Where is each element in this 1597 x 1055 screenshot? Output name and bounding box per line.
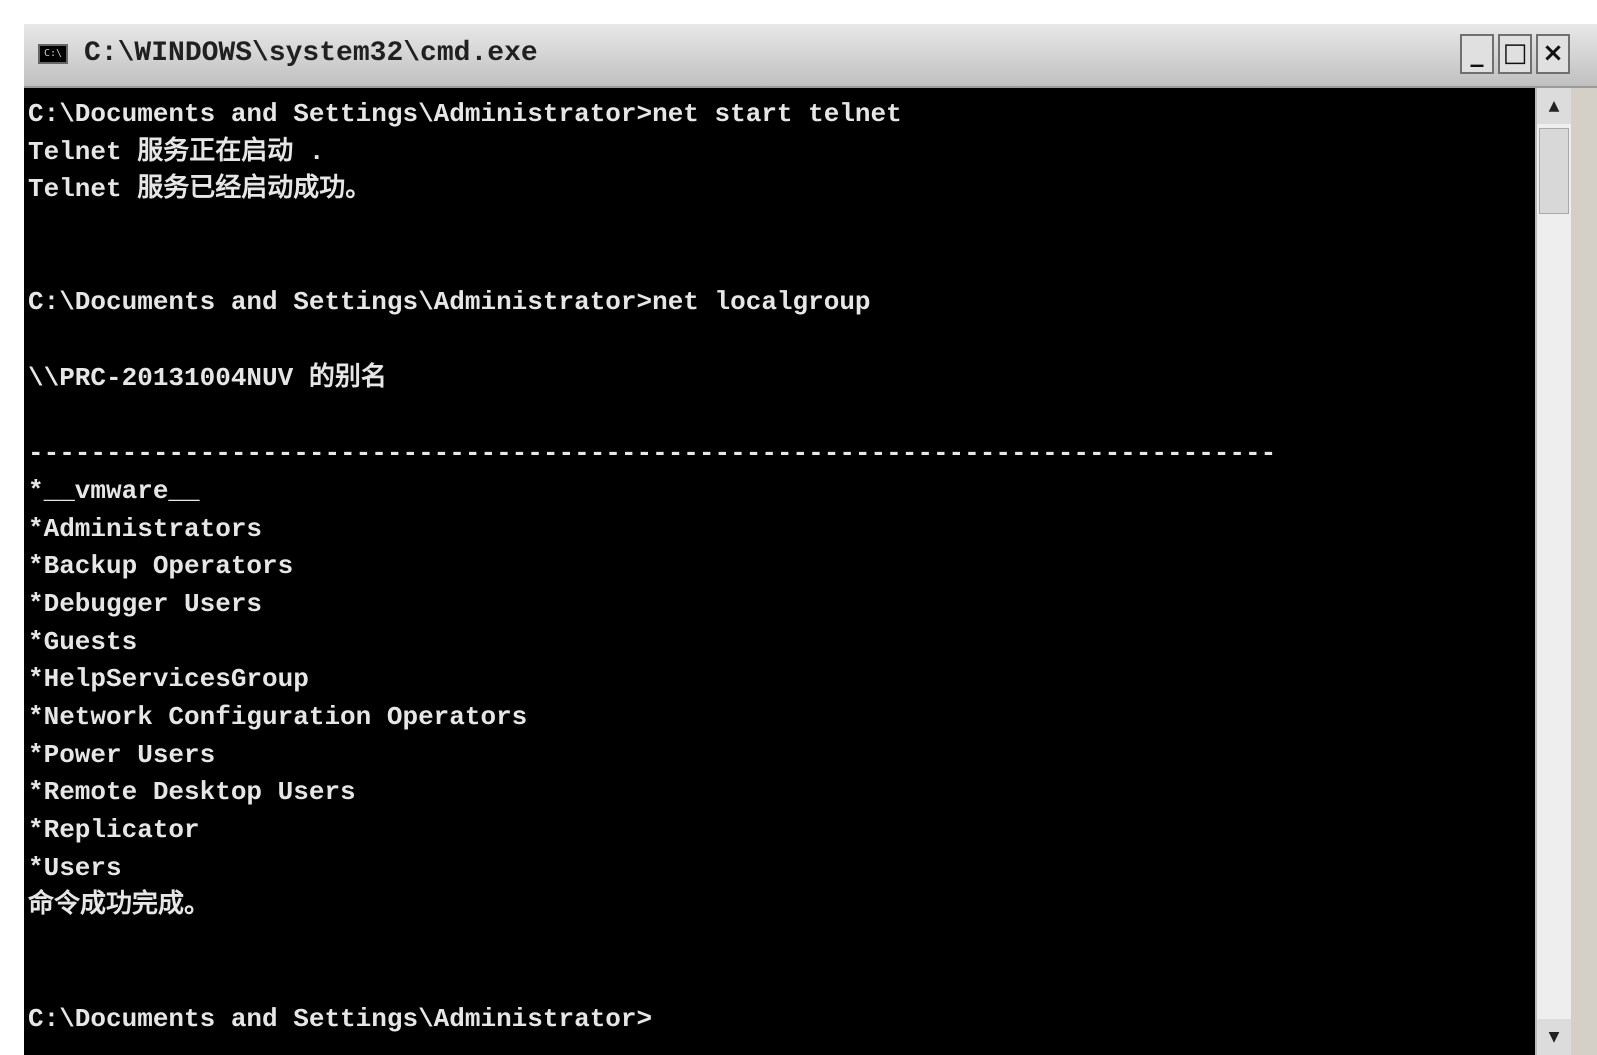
console-line: \\PRC-20131004NUV 的别名 <box>28 362 387 393</box>
console-lines: C:\Documents and Settings\Administrator>… <box>28 96 1533 1038</box>
console-app-icon[interactable]: C:\ <box>38 44 68 64</box>
vertical-scrollbar[interactable]: ▲ ▼ <box>1535 88 1571 1055</box>
minimize-button[interactable]: _ <box>1460 34 1494 74</box>
console-line: Telnet 服务正在启动 . <box>28 136 325 167</box>
console-line: *__vmware__ <box>28 475 200 506</box>
window-title: C:\WINDOWS\system32\cmd.exe <box>84 38 538 69</box>
console-line: *Network Configuration Operators <box>28 702 528 732</box>
console-line: *HelpServicesGroup <box>28 664 309 695</box>
console-line: *Debugger Users <box>28 588 263 619</box>
title-bar[interactable]: C:\ C:\WINDOWS\system32\cmd.exe _ □ × <box>24 24 1597 88</box>
separator-line: ----------------------------------------… <box>28 438 1277 469</box>
console-line: 命令成功完成。 <box>28 890 211 921</box>
console-line: *Power Users <box>28 739 216 770</box>
scroll-down-arrow-icon[interactable]: ▼ <box>1537 1019 1571 1055</box>
console-line: *Remote Desktop Users <box>28 777 356 808</box>
command-prompt[interactable]: C:\Documents and Settings\Administrator> <box>28 1001 1533 1039</box>
close-button[interactable]: × <box>1536 34 1570 74</box>
console-line: *Guests <box>28 626 138 657</box>
console-output-area[interactable]: C:\Documents and Settings\Administrator>… <box>24 88 1535 1055</box>
console-line: C:\Documents and Settings\Administrator>… <box>28 287 871 318</box>
maximize-button[interactable]: □ <box>1498 34 1532 74</box>
console-line: C:\Documents and Settings\Administrator>… <box>28 99 902 129</box>
console-line: *Users <box>28 852 122 883</box>
scroll-up-arrow-icon[interactable]: ▲ <box>1537 88 1571 124</box>
console-line: *Backup Operators <box>28 551 294 582</box>
scroll-thumb[interactable] <box>1539 128 1569 214</box>
cmd-window: C:\ C:\WINDOWS\system32\cmd.exe _ □ × C:… <box>24 24 1597 1055</box>
console-line: *Administrators <box>28 513 263 544</box>
console-line: *Replicator <box>28 815 200 846</box>
console-line: Telnet 服务已经启动成功。 <box>28 174 372 205</box>
